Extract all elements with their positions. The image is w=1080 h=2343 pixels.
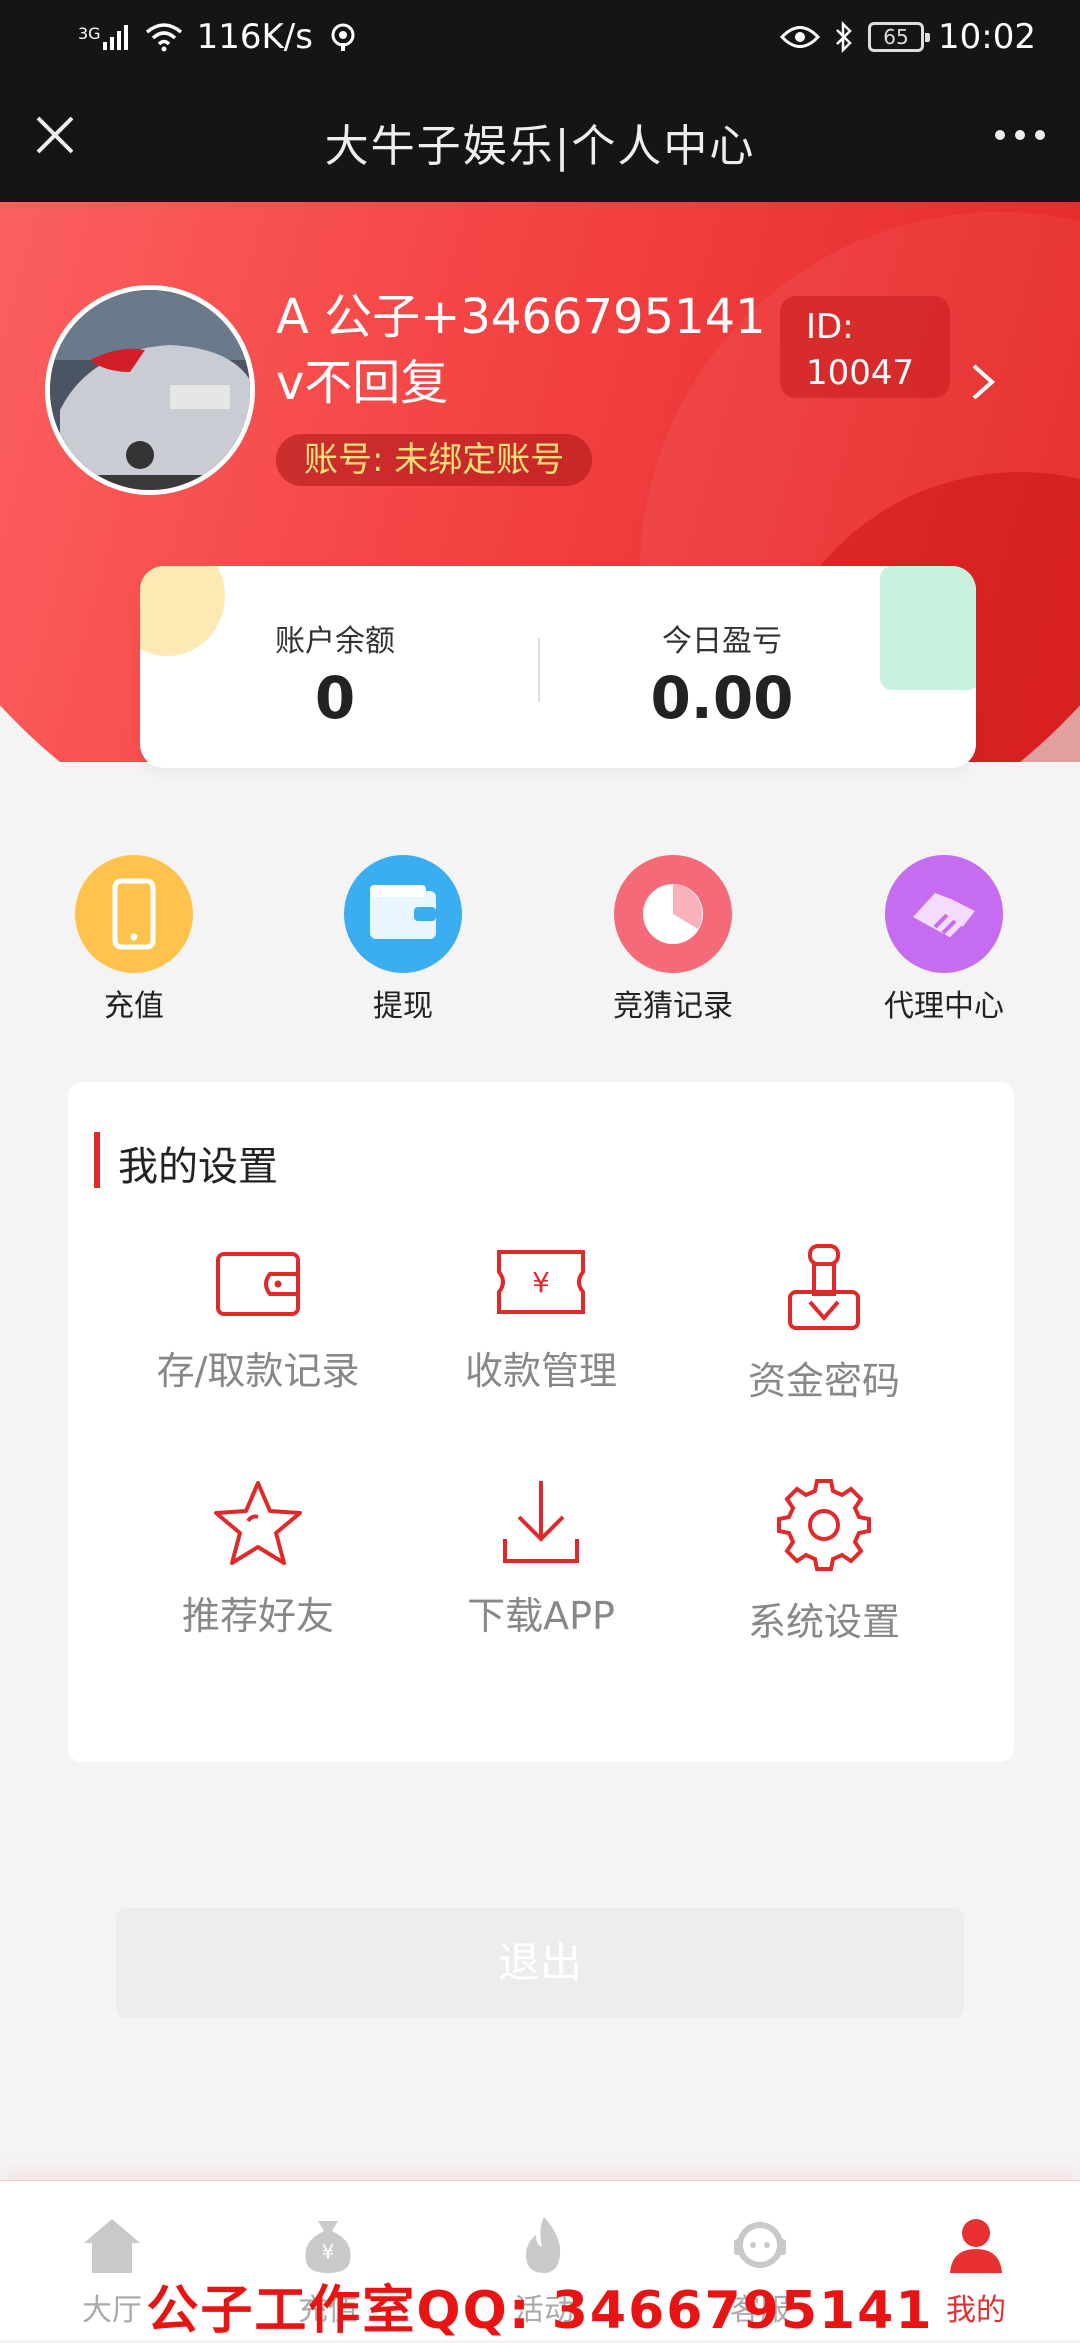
- chevron-right-icon[interactable]: [966, 360, 1000, 404]
- setting-download-app[interactable]: 下载APP: [391, 1477, 691, 1640]
- profit-label: 今日盈亏: [662, 624, 782, 659]
- setting-system-settings[interactable]: 系统设置: [674, 1477, 974, 1646]
- setting-label: 推荐好友: [181, 1594, 334, 1638]
- quick-action-label: 代理中心: [884, 989, 1004, 1024]
- profit-value: 0.00: [650, 664, 794, 732]
- quick-action-label: 提现: [373, 989, 433, 1024]
- eye-icon: [780, 26, 821, 48]
- lock-icon: [788, 1244, 860, 1330]
- setting-label: 收款管理: [464, 1349, 617, 1393]
- username-line1: A 公子+3466795141: [276, 289, 766, 345]
- settings-card: 我的设置 存/取款记录 ¥ 收款管理 资金密码 推荐好友 下载APP 系统设置: [68, 1082, 1014, 1762]
- settings-title: 我的设置: [118, 1144, 278, 1190]
- network-type: 3G: [78, 24, 101, 43]
- ticket-yen-icon: ¥: [497, 1250, 585, 1314]
- page-title: 大牛子娱乐|个人中心: [324, 121, 756, 172]
- username: A 公子+3466795141 v不回复: [276, 284, 776, 416]
- download-icon: [503, 1481, 579, 1563]
- network-speed: 116K/s: [196, 17, 313, 57]
- balance-label: 账户余额: [275, 624, 395, 659]
- quick-action-label: 竞猜记录: [613, 989, 733, 1024]
- balance-card: 账户余额 0 今日盈亏 0.00: [140, 566, 976, 768]
- handshake-icon: [885, 855, 1003, 973]
- wifi-icon: [145, 23, 182, 52]
- star-icon: [214, 1481, 302, 1565]
- hotspot-icon: [331, 23, 355, 51]
- flame-icon: [526, 2217, 561, 2273]
- balance-value: 0: [314, 664, 356, 732]
- setting-label: 系统设置: [747, 1600, 900, 1644]
- profit-column: 今日盈亏 0.00: [572, 616, 872, 732]
- home-icon: [84, 2219, 140, 2273]
- wallet-icon: [216, 1252, 300, 1316]
- user-id-box: ID: 10047: [780, 296, 950, 398]
- phone-icon: [75, 855, 193, 973]
- svg-text:¥: ¥: [322, 2240, 335, 2264]
- wallet-icon: [344, 855, 462, 973]
- more-options-icon[interactable]: [990, 108, 1050, 162]
- money-bag-icon: ¥: [305, 2221, 351, 2273]
- pie-chart-icon: [614, 855, 732, 973]
- quick-action-agent-center[interactable]: 代理中心: [844, 855, 1044, 1025]
- signal-icon: 3G: [78, 24, 131, 50]
- svg-text:¥: ¥: [532, 1266, 550, 1299]
- gear-icon: [777, 1479, 871, 1571]
- card-decoration-icon: [880, 566, 976, 690]
- quick-action-withdraw[interactable]: 提现: [303, 855, 503, 1025]
- user-icon: [950, 2219, 1002, 2273]
- setting-label: 存/取款记录: [156, 1349, 360, 1393]
- balance-column: 账户余额 0: [185, 616, 485, 732]
- user-id-label: ID:: [806, 307, 854, 347]
- setting-payment-management[interactable]: ¥ 收款管理: [391, 1242, 691, 1395]
- user-id-value: 10047: [806, 353, 915, 393]
- avatar[interactable]: [45, 285, 255, 495]
- watermark-text: 公子工作室QQ: 3466795141: [146, 2281, 934, 2341]
- setting-label: 资金密码: [747, 1359, 900, 1403]
- setting-label: 下载APP: [467, 1594, 615, 1638]
- setting-deposit-withdraw-history[interactable]: 存/取款记录: [108, 1242, 408, 1395]
- setting-fund-password[interactable]: 资金密码: [674, 1242, 974, 1405]
- logout-button[interactable]: 退出: [116, 1908, 964, 2018]
- quick-action-label: 充值: [104, 989, 164, 1024]
- battery-level: 65: [883, 25, 909, 49]
- title-bar: 大牛子娱乐|个人中心: [0, 74, 1080, 202]
- bluetooth-icon: [836, 21, 852, 53]
- status-bar: 3G 116K/s 65 10:02: [0, 0, 1080, 74]
- section-accent-bar: [94, 1132, 100, 1188]
- quick-action-bet-history[interactable]: 竞猜记录: [573, 855, 773, 1025]
- clock: 10:02: [938, 17, 1036, 57]
- setting-recommend-friend[interactable]: 推荐好友: [108, 1477, 408, 1640]
- battery-icon: 65: [868, 22, 931, 52]
- username-line2: v不回复: [276, 355, 449, 411]
- divider: [538, 638, 540, 702]
- headset-icon: [734, 2222, 786, 2268]
- quick-actions: 充值 提现 竞猜记录 代理中心: [0, 855, 1080, 1024]
- quick-action-recharge[interactable]: 充值: [34, 855, 234, 1025]
- account-status-badge[interactable]: 账号: 未绑定账号: [276, 434, 593, 486]
